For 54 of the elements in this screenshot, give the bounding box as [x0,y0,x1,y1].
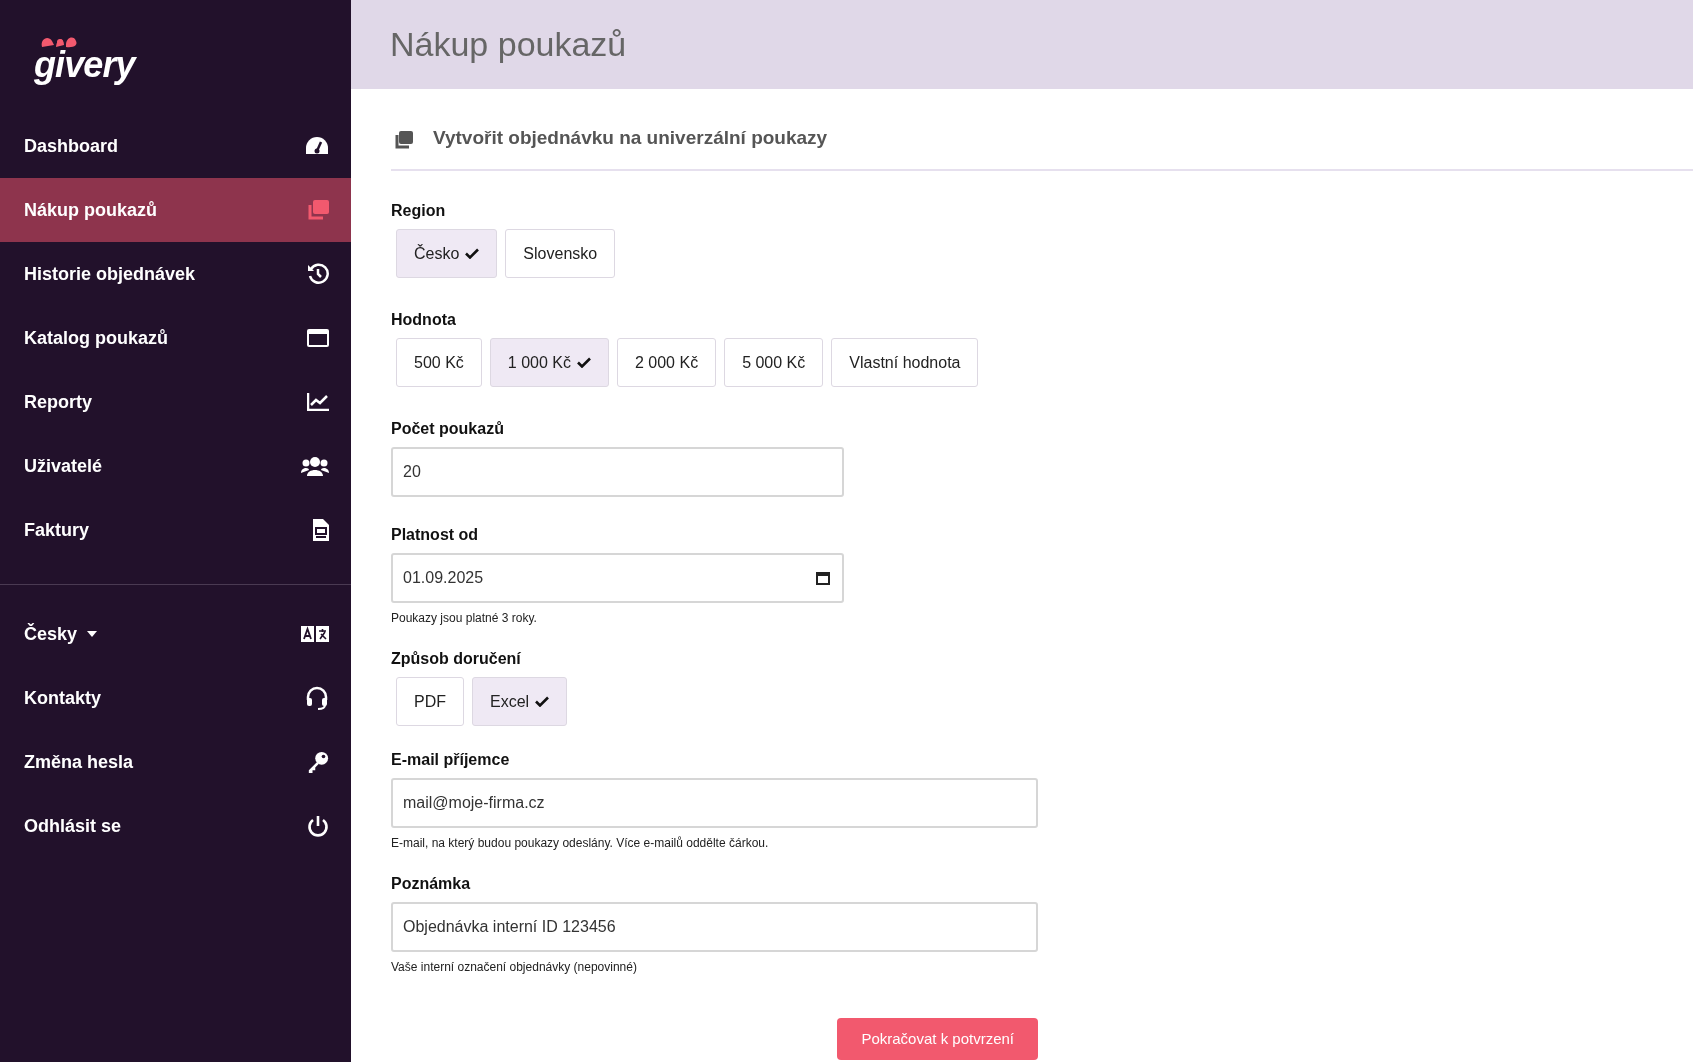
headset-icon [305,686,329,710]
input-field[interactable]: 20 [391,447,844,497]
option-button[interactable]: PDF [396,677,464,726]
option-button[interactable]: Česko [396,229,498,278]
nav-item[interactable]: Odhlásit se [0,794,351,858]
field-label: Počet poukazů [391,419,505,439]
card-icon [307,329,329,347]
check-icon [535,696,550,707]
field-hint: Vaše interní označení objednávky (nepovinné) [391,959,638,976]
nav-item[interactable]: Reporty [0,370,351,434]
key-icon [307,751,329,773]
chart-icon [307,393,329,411]
caret-icon [87,631,98,637]
nav-item[interactable]: Dashboard [0,114,351,178]
option-button[interactable]: Slovensko [505,229,616,278]
field-hint: E-mail, na který budou poukazy odeslány. Více e-mailů oddělte čárkou. [391,835,770,852]
users-icon [301,456,329,476]
field-label: Hodnota [391,310,457,330]
calendar-icon[interactable] [816,571,830,585]
copy-icon [393,131,413,149]
option-button[interactable]: Excel [472,677,568,726]
field-hint: Poukazy jsou platné 3 roky. [391,610,538,627]
language-dropdown[interactable]: Česky [0,602,351,666]
option-button[interactable]: 1 000 Kč [489,338,609,387]
copy-icon [307,200,329,220]
input-field[interactable]: mail@moje-firma.cz [391,778,1038,828]
history-icon [307,263,329,285]
date-field[interactable]: 01.09.2025 [391,553,844,603]
field-label: Region [391,201,447,221]
givery-logo[interactable]: givery [34,33,141,85]
gauge-icon [305,136,329,156]
nav-item[interactable]: Historie objednávek [0,242,351,306]
check-icon [465,248,480,259]
option-button[interactable]: 2 000 Kč [616,338,717,387]
translate-icon [301,626,329,642]
nav-item[interactable]: Uživatelé [0,434,351,498]
nav-item[interactable]: Nákup poukazů [0,178,351,242]
field-label: E-mail příjemce [391,750,511,770]
nav-item[interactable]: Faktury [0,498,351,562]
option-button[interactable]: 5 000 Kč [724,338,824,387]
nav-item[interactable]: Katalog poukazů [0,306,351,370]
nav-item[interactable]: Změna hesla [0,730,351,794]
field-label: Způsob doručení [391,649,522,669]
page-title: Nákup poukazů [390,24,627,65]
option-button[interactable]: 500 Kč [396,338,482,387]
field-label: Platnost od [391,525,480,545]
nav-item[interactable]: Kontakty [0,666,351,730]
field-label: Poznámka [391,874,472,894]
document-icon [313,519,329,541]
check-icon [576,357,591,368]
section-title: Vytvořit objednávku na univerzální poukazy [433,125,828,150]
input-field[interactable]: Objednávka interní ID 123456 [391,902,1038,952]
option-button[interactable]: Vlastní hodnota [831,338,979,387]
power-icon [307,815,329,837]
